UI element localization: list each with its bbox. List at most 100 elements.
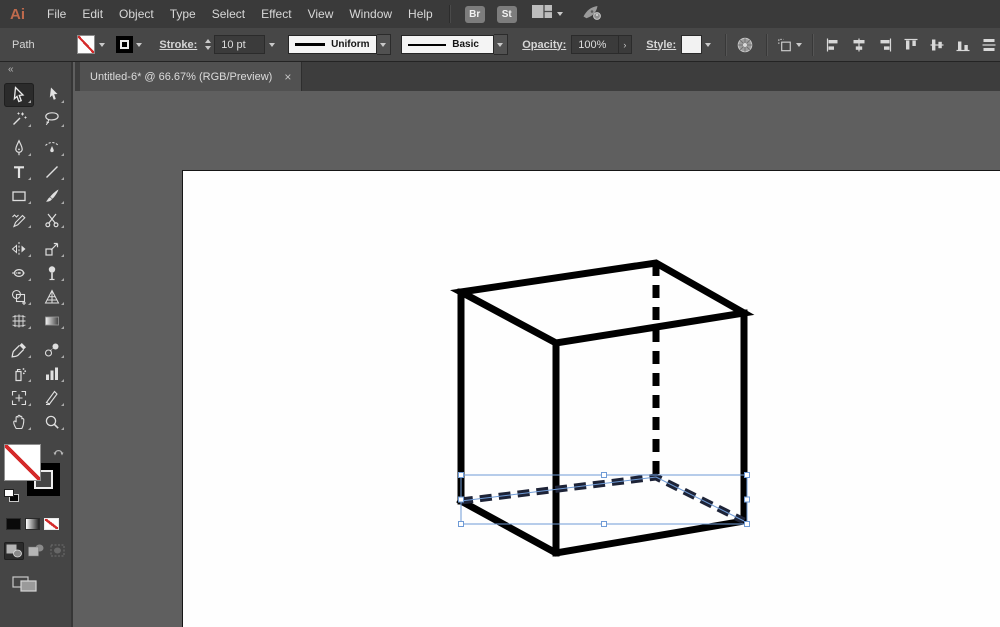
lasso-tool[interactable] (37, 107, 67, 131)
perspective-grid-tool[interactable] (37, 285, 67, 309)
brush-panel-button[interactable]: Br (464, 5, 485, 23)
selection-handle[interactable] (458, 521, 464, 527)
gradient-button[interactable] (25, 518, 40, 530)
workspace-switcher-icon[interactable] (531, 4, 553, 24)
stroke-weight-stepper[interactable] (205, 39, 212, 50)
isolate-object-icon[interactable] (776, 34, 803, 56)
curvature-tool[interactable] (37, 136, 67, 160)
menu-type[interactable]: Type (162, 0, 204, 28)
horizontal-align-right-icon[interactable] (874, 34, 896, 56)
selection-handle[interactable] (744, 496, 750, 503)
stroke-weight-chevron-down-icon[interactable] (265, 36, 278, 53)
reflect-tool[interactable] (4, 237, 34, 261)
vertical-align-top-icon[interactable] (900, 34, 922, 56)
artboard-tool[interactable] (4, 386, 34, 410)
hand-tool[interactable] (4, 410, 34, 434)
vertical-align-bottom-icon[interactable] (952, 34, 974, 56)
controlbar-separator (812, 33, 815, 56)
style-chevron-down-icon[interactable] (702, 36, 715, 53)
width-tool[interactable] (4, 261, 34, 285)
menu-file[interactable]: File (39, 0, 74, 28)
selection-handle[interactable] (601, 521, 607, 527)
scissors-tool[interactable] (37, 208, 67, 232)
horizontal-align-left-icon[interactable] (822, 34, 844, 56)
brush-definition-dropdown-button[interactable] (493, 34, 509, 55)
menu-help[interactable]: Help (400, 0, 441, 28)
document-title: Untitled-6* @ 66.67% (RGB/Preview) (90, 70, 273, 83)
draw-inside-button[interactable] (48, 542, 68, 560)
paintbrush-tool[interactable] (37, 184, 67, 208)
width-profile-dropdown[interactable]: Uniform (288, 35, 377, 54)
workspace-chevron-down-icon[interactable] (556, 12, 563, 16)
swap-fill-stroke-icon[interactable] (52, 445, 66, 463)
selection-handle[interactable] (744, 521, 750, 527)
fill-chevron-down-icon[interactable] (95, 36, 108, 53)
horizontal-align-center-icon[interactable] (848, 34, 870, 56)
change-screen-mode-icon[interactable] (12, 576, 71, 597)
draw-behind-button[interactable] (26, 542, 46, 560)
opacity-field[interactable]: 100% (571, 35, 619, 54)
brush-definition-dropdown[interactable]: Basic (401, 35, 494, 54)
fill-color-swatch[interactable] (76, 35, 96, 54)
tab-close-icon[interactable]: × (284, 71, 291, 83)
rectangle-tool[interactable] (4, 184, 34, 208)
brush-definition-value: Basic (452, 39, 479, 50)
stroke-weight-field[interactable]: 10 pt (214, 35, 266, 54)
mesh-tool[interactable] (4, 309, 34, 333)
menu-object[interactable]: Object (111, 0, 162, 28)
line-segment-tool[interactable] (37, 160, 67, 184)
document-tab[interactable]: Untitled-6* @ 66.67% (RGB/Preview) × (80, 62, 303, 91)
menu-edit[interactable]: Edit (74, 0, 111, 28)
eyedropper-tool[interactable] (4, 338, 34, 362)
style-label[interactable]: Style: (646, 39, 676, 51)
color-mode-buttons (6, 518, 71, 530)
recolor-artwork-icon[interactable] (735, 34, 757, 56)
type-tool[interactable] (4, 160, 34, 184)
width-profile-dropdown-button[interactable] (376, 34, 392, 55)
menu-effect[interactable]: Effect (253, 0, 299, 28)
selection-handle[interactable] (601, 472, 607, 478)
direct-selection-tool[interactable] (37, 83, 67, 107)
graphic-style-swatch[interactable] (681, 35, 702, 54)
magic-wand-tool[interactable] (4, 107, 34, 131)
slice-tool[interactable] (37, 386, 67, 410)
fill-stroke-widget (0, 444, 71, 510)
tools-panel-collapse-icon[interactable]: « (0, 62, 71, 77)
menu-view[interactable]: View (300, 0, 342, 28)
canvas-area[interactable] (75, 91, 1000, 627)
none-button[interactable] (44, 518, 59, 530)
draw-normal-button[interactable] (4, 542, 24, 560)
opacity-label[interactable]: Opacity: (522, 39, 566, 51)
gpu-performance-icon[interactable] (581, 3, 603, 26)
vertical-distribute-center-icon[interactable] (978, 34, 1000, 56)
blend-tool[interactable] (37, 338, 67, 362)
puppet-warp-tool[interactable] (37, 261, 67, 285)
menu-select[interactable]: Select (204, 0, 253, 28)
stroke-color-swatch[interactable] (116, 36, 133, 53)
default-fill-stroke-icon[interactable] (4, 489, 19, 502)
stroke-weight-label[interactable]: Stroke: (159, 39, 197, 51)
opacity-submenu-arrow[interactable]: › (618, 35, 633, 54)
color-button[interactable] (6, 518, 21, 530)
pen-tool[interactable] (4, 136, 34, 160)
menu-window[interactable]: Window (341, 0, 400, 28)
drawing-mode-buttons (4, 542, 71, 560)
menu-bar: Ai File Edit Object Type Select Effect View Win… (0, 0, 1000, 29)
stroke-panel-button[interactable]: St (496, 5, 517, 23)
fill-none-swatch[interactable] (4, 444, 41, 481)
gradient-tool[interactable] (37, 309, 67, 333)
controlbar-separator (766, 33, 769, 56)
selection-tool[interactable] (4, 83, 34, 107)
scale-tool[interactable] (37, 237, 67, 261)
artwork-svg[interactable] (75, 91, 1000, 627)
selection-handle[interactable] (458, 496, 464, 503)
stroke-chevron-down-icon[interactable] (133, 36, 146, 53)
shape-builder-tool[interactable] (4, 285, 34, 309)
shaper-tool[interactable] (4, 208, 34, 232)
column-graph-tool[interactable] (37, 362, 67, 386)
zoom-tool[interactable] (37, 410, 67, 434)
selection-handle[interactable] (458, 472, 464, 478)
vertical-align-center-icon[interactable] (926, 34, 948, 56)
selection-handle[interactable] (744, 472, 750, 478)
symbol-sprayer-tool[interactable] (4, 362, 34, 386)
